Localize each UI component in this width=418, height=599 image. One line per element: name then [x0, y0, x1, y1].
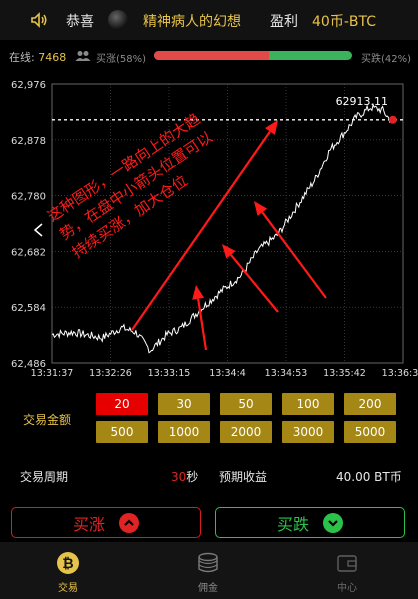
expected-return-value: 40.00 BT币: [336, 470, 402, 484]
amount-option[interactable]: 50: [220, 393, 272, 415]
ratio-bar: [154, 51, 352, 60]
current-price-label: 62913.11: [336, 95, 389, 108]
annotation-arrow-head: [254, 201, 268, 216]
trade-period-value: 30秒: [171, 470, 199, 484]
amount-option[interactable]: 2000: [220, 421, 272, 443]
amount-option[interactable]: 3000: [282, 421, 334, 443]
greeting-text: 恭喜: [66, 14, 94, 30]
x-tick-label: 13:33:15: [148, 368, 191, 379]
amount-option[interactable]: 20: [96, 393, 148, 415]
trade-amount-label: 交易金额: [23, 413, 72, 427]
y-tick-label: 62,878: [11, 136, 46, 147]
annotation-arrow-shaft: [230, 254, 279, 313]
buy-down-label: 买跌: [276, 514, 309, 534]
amount-option[interactable]: 1000: [158, 421, 210, 443]
svg-text:₿: ₿: [62, 556, 73, 572]
x-tick-label: 13:35:42: [323, 368, 366, 379]
top-bar: 恭喜 精神病人的幻想 盈利 40币-BTC: [0, 0, 418, 40]
amount-option[interactable]: 200: [344, 393, 396, 415]
buy-down-button[interactable]: 买跌: [215, 507, 405, 538]
buy-down-percentage: 买跌(42%): [361, 54, 412, 65]
tab-commission[interactable]: 佣金: [168, 542, 248, 599]
x-tick-label: 13:32:26: [89, 368, 132, 379]
people-icon: [75, 51, 91, 61]
annotation-line: 这种图形，一路向上的大趋: [44, 110, 203, 226]
amount-option[interactable]: 30: [158, 393, 210, 415]
chevron-down-icon: [323, 512, 343, 533]
x-tick-label: 13:36:30: [382, 368, 418, 379]
tab-center[interactable]: 中心: [307, 542, 387, 599]
annotation-arrow-head: [192, 285, 205, 300]
y-tick-label: 62,976: [11, 80, 46, 91]
buy-up-button[interactable]: 买涨: [11, 507, 201, 538]
tab-trade[interactable]: ₿ 交易: [28, 542, 108, 599]
y-tick-label: 62,584: [11, 303, 46, 314]
x-tick-label: 13:34:53: [265, 368, 308, 379]
trade-period-label: 交易周期: [20, 470, 69, 484]
annotation-arrow-shaft: [131, 130, 271, 331]
tab-center-label: 中心: [337, 583, 357, 594]
speaker-icon[interactable]: [30, 11, 48, 29]
tab-trade-label: 交易: [58, 583, 78, 594]
profit-label: 盈利: [270, 14, 298, 30]
user-avatar: [108, 10, 128, 30]
chevron-left-icon: [33, 223, 43, 237]
amount-option[interactable]: 500: [96, 421, 148, 443]
bitcoin-icon: ₿: [57, 552, 79, 574]
buy-up-label: 买涨: [72, 514, 105, 534]
y-tick-label: 62,780: [11, 192, 46, 203]
sentiment-bar: 在线: 7468 买涨(58%) 买跌(42%): [0, 44, 418, 68]
expected-return-label: 预期收益: [219, 470, 268, 484]
price-chart[interactable]: 62,97662,87862,78062,68262,58462,48613:3…: [0, 72, 418, 392]
trend-annotation: 这种图形，一路向上的大趋势，在盘中小箭头位置可以持续买涨，加大仓位: [44, 110, 216, 262]
annotation-arrow-head: [265, 120, 278, 135]
buy-up-percentage: 买涨(58%): [96, 54, 147, 65]
ratio-bar-up-fill: [154, 51, 269, 60]
amount-option[interactable]: 100: [282, 393, 334, 415]
online-count: 在线: 7468: [9, 51, 67, 64]
x-tick-label: 13:34:4: [209, 368, 246, 379]
chevron-up-icon: [119, 512, 139, 533]
winner-username: 精神病人的幻想: [143, 14, 241, 30]
coins-icon: [198, 552, 218, 573]
annotation-arrow-shaft: [261, 211, 327, 299]
current-price-marker: [388, 115, 397, 124]
bottom-tab-bar: ₿ 交易 佣金 中心: [0, 542, 418, 599]
amount-option[interactable]: 5000: [344, 421, 396, 443]
wallet-icon: [337, 555, 357, 572]
y-tick-label: 62,682: [11, 247, 46, 258]
x-tick-label: 13:31:37: [31, 368, 74, 379]
tab-commission-label: 佣金: [198, 583, 218, 594]
product-name: 40币-BTC: [312, 14, 376, 30]
